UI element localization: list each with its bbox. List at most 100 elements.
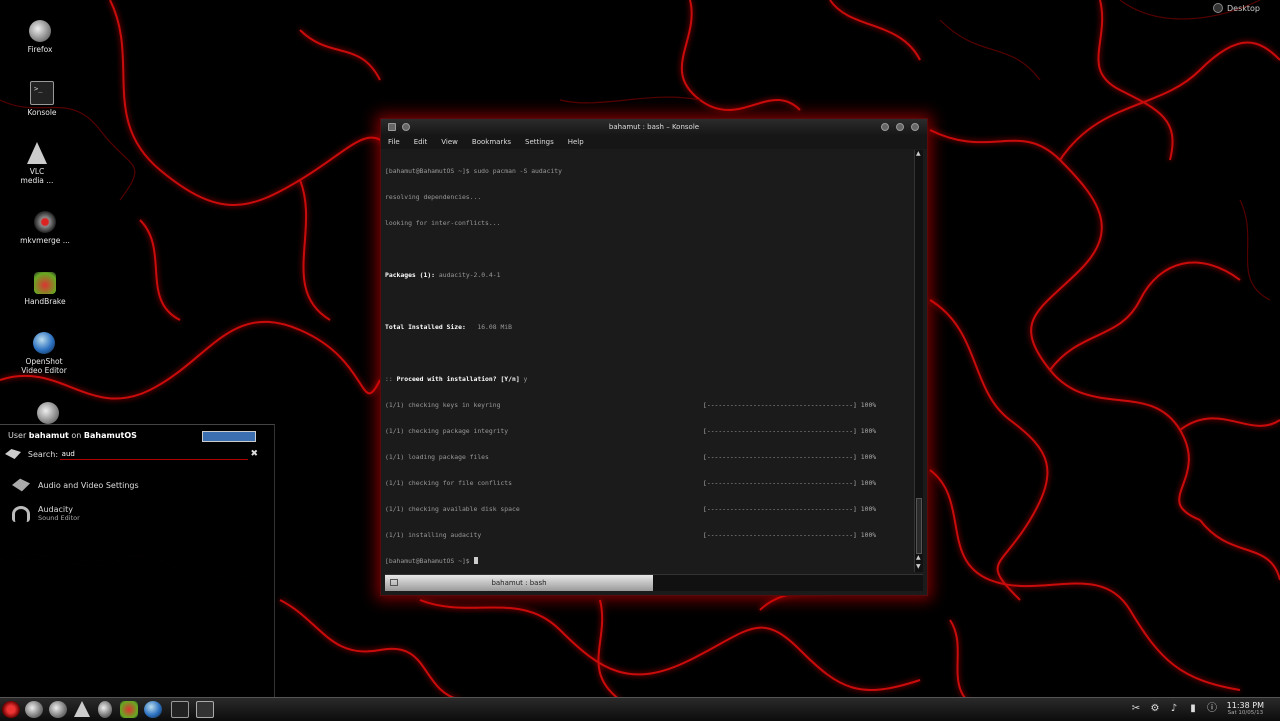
scroll-down-icon[interactable]: ▼: [916, 563, 921, 570]
terminal-line: [bahamut@BahamutOS ~]$ sudo pacman -S au…: [385, 167, 562, 176]
desktop-label-text: Desktop: [1227, 3, 1260, 13]
terminal-tab-icon: [390, 579, 398, 586]
taskbar-mkvmerge-icon[interactable]: [98, 701, 112, 718]
desktop-icon-label: mkvmerge ...: [20, 236, 70, 245]
close-icon[interactable]: [911, 123, 919, 131]
terminal-line-step: (1/1) checking package integrity [-------…: [385, 427, 911, 436]
taskbar-firefox-icon[interactable]: [49, 701, 67, 718]
progress-bar: [--------------------------------------]…: [703, 400, 877, 409]
tabbar: bahamut : bash: [385, 574, 923, 591]
taskbar-vlc-icon[interactable]: [74, 701, 90, 717]
search-input[interactable]: [59, 448, 249, 460]
progress-bar: [--------------------------------------]…: [703, 504, 877, 513]
user-line: User bahamut on BahamutOS: [8, 431, 137, 440]
search-result-audio-video-settings[interactable]: Audio and Video Settings: [12, 477, 139, 493]
size-label: Total Installed Size:: [385, 323, 466, 332]
system-tray: ✂ ⚙ ♪ ▮ ⓘ: [1130, 703, 1218, 715]
scroll-up-icon[interactable]: ▲: [916, 554, 921, 561]
desktop-icon-handbrake[interactable]: HandBrake: [10, 272, 80, 306]
taskbar-window-icon[interactable]: [196, 701, 214, 718]
clock-time: 11:38 PM: [1226, 701, 1264, 710]
progress-bar: [--------------------------------------]…: [703, 478, 877, 487]
desktop-icon-konsole[interactable]: Konsole: [7, 81, 77, 117]
terminal-line-size: Total Installed Size: 16.08 MiB: [385, 323, 911, 332]
taskbar-handbrake-icon[interactable]: [120, 701, 138, 718]
progress-bar: [--------------------------------------]…: [703, 530, 877, 539]
menu-bookmarks[interactable]: Bookmarks: [465, 136, 518, 149]
desktop-icon-label: HandBrake: [24, 297, 66, 306]
text-cursor: [473, 557, 478, 565]
step-text: (1/1) checking package integrity: [385, 426, 509, 435]
tab-label: bahamut : bash: [491, 579, 547, 587]
menu-help[interactable]: Help: [561, 136, 591, 149]
desktop-label[interactable]: Desktop: [1213, 3, 1260, 13]
desktop-icon-openshot[interactable]: OpenShot Video Editor: [9, 332, 79, 375]
clear-search-icon[interactable]: ✖: [250, 449, 258, 459]
terminal-line-packages: Packages (1): audacity-2.0.4-1: [385, 271, 911, 280]
search-label: Search:: [27, 449, 59, 459]
size-value: 16.08 MiB: [477, 323, 512, 332]
firefox-icon: [37, 402, 59, 424]
firefox-icon: [29, 20, 51, 42]
audio-video-settings-icon: [12, 478, 30, 492]
network-icon[interactable]: ⚙: [1149, 703, 1161, 715]
taskbar-firefox-icon[interactable]: [25, 701, 43, 718]
desktop-icon-label: Konsole: [27, 108, 57, 117]
battery-icon[interactable]: ▮: [1187, 703, 1199, 715]
application-launcher: User bahamut on BahamutOS Search: ✖ Audi…: [0, 424, 275, 697]
headphones-icon: [12, 505, 30, 522]
desktop-icon-firefox[interactable]: Firefox: [5, 20, 75, 54]
taskbar: ✂ ⚙ ♪ ▮ ⓘ 11:38 PM Sat 10/05/13: [0, 697, 1280, 721]
step-text: (1/1) checking keys in keyring: [385, 400, 501, 409]
scrollbar-thumb[interactable]: [916, 498, 922, 554]
scroll-up-icon[interactable]: ▲: [916, 150, 921, 157]
desktop-icon-mkvmerge[interactable]: mkvmerge ...: [10, 211, 80, 245]
volume-icon[interactable]: ♪: [1168, 703, 1180, 715]
titlebar[interactable]: bahamut : bash – Konsole: [381, 119, 927, 136]
result-title: Audacity: [38, 505, 74, 514]
result-subtitle: Sound Editor: [38, 514, 80, 522]
menu-edit[interactable]: Edit: [407, 136, 435, 149]
menubar: File Edit View Bookmarks Settings Help: [381, 136, 927, 149]
terminal-prompt-line: [bahamut@BahamutOS ~]$: [385, 557, 911, 566]
prompt: [bahamut@BahamutOS ~]$: [385, 556, 470, 565]
menu-view[interactable]: View: [434, 136, 465, 149]
clock[interactable]: 11:38 PM Sat 10/05/13: [1227, 701, 1264, 716]
terminal-line-step: (1/1) installing audacity [--------------…: [385, 531, 911, 540]
taskbar-openshot-icon[interactable]: [144, 701, 162, 718]
step-text: (1/1) installing audacity: [385, 530, 482, 539]
packages-value: audacity-2.0.4-1: [438, 271, 501, 280]
hostname: BahamutOS: [83, 431, 137, 440]
terminal-line: resolving dependencies...: [385, 193, 482, 202]
scrollbar[interactable]: ▲ ▲ ▼: [914, 150, 923, 572]
desktop-icon-label: VLC media ...: [20, 167, 54, 185]
maximize-icon[interactable]: [896, 123, 904, 131]
terminal-line: looking for inter-conflicts...: [385, 219, 501, 228]
notifications-icon[interactable]: ⓘ: [1206, 703, 1218, 715]
proceed-answer: y: [523, 374, 528, 383]
desktop-icon: [1213, 3, 1223, 13]
scissors-icon[interactable]: ✂: [1130, 703, 1142, 715]
search-row: Search: ✖: [4, 446, 258, 462]
taskbar-konsole-icon[interactable]: [171, 701, 189, 718]
user-on: on: [71, 431, 82, 440]
menu-settings[interactable]: Settings: [518, 136, 561, 149]
menu-file[interactable]: File: [381, 136, 407, 149]
handbrake-icon: [34, 272, 56, 294]
desktop-icon-vlc[interactable]: VLC media ...: [2, 142, 72, 185]
step-text: (1/1) loading package files: [385, 452, 489, 461]
packages-label: Packages (1):: [385, 271, 436, 280]
proceed-text: Proceed with installation? [Y/n]: [396, 374, 520, 383]
konsole-window[interactable]: bahamut : bash – Konsole File Edit View …: [380, 118, 928, 596]
terminal-line-step: (1/1) loading package files [------------…: [385, 453, 911, 462]
desktop-icon-label: OpenShot Video Editor: [21, 357, 67, 375]
minimize-icon[interactable]: [881, 123, 889, 131]
step-text: (1/1) checking for file conflicts: [385, 478, 512, 487]
proceed-prefix: ::: [385, 374, 393, 383]
tab-bash[interactable]: bahamut : bash: [385, 575, 653, 591]
terminal-output[interactable]: [bahamut@BahamutOS ~]$ sudo pacman -S au…: [385, 150, 911, 688]
search-result-audacity[interactable]: Audacity Sound Editor: [12, 505, 80, 522]
start-menu-button[interactable]: [2, 701, 20, 718]
terminal-line-step: (1/1) checking for file conflicts [------…: [385, 479, 911, 488]
kde-logo: [202, 431, 256, 442]
